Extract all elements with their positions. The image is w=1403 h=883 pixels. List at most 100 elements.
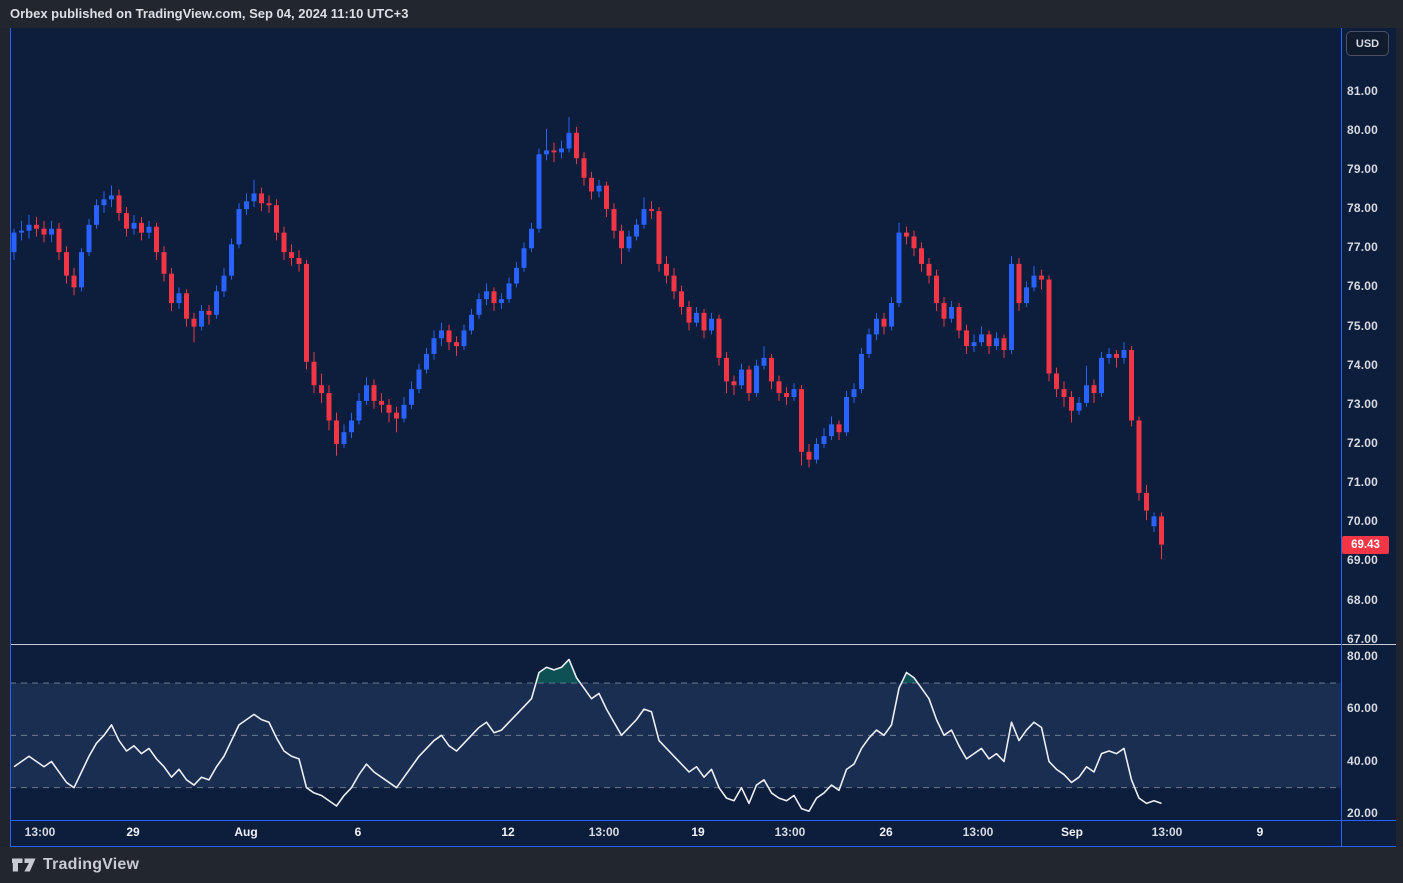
candle-down — [769, 357, 774, 382]
candle-down — [941, 303, 947, 319]
time-label: 19 — [691, 825, 705, 839]
candle-up — [514, 267, 519, 284]
candle-down — [124, 213, 129, 229]
candle-up — [131, 222, 137, 229]
price-tick-label: 71.00 — [1347, 475, 1379, 490]
candle-down — [1061, 389, 1067, 397]
candle-up — [626, 236, 632, 249]
candle-up — [364, 385, 369, 401]
candle-down — [619, 230, 624, 249]
time-label: 13:00 — [962, 825, 994, 839]
price-tick-label: 74.00 — [1347, 357, 1379, 372]
candle-down — [746, 369, 752, 394]
candle-up — [236, 209, 242, 245]
candle-up — [79, 252, 84, 288]
candle-down — [679, 291, 684, 307]
candle-up — [1076, 402, 1082, 411]
price-tick-label: 72.00 — [1347, 435, 1379, 450]
candle-up — [401, 404, 407, 419]
candle-up — [424, 353, 429, 370]
candle-down — [724, 357, 729, 382]
candle-down — [1091, 385, 1097, 394]
candle-down — [274, 205, 279, 233]
candle-down — [926, 263, 932, 276]
price-tick-label: 76.00 — [1347, 279, 1379, 294]
rsi-tick-label: 60.00 — [1347, 701, 1379, 716]
candle-up — [221, 275, 227, 292]
candle-down — [1114, 353, 1119, 358]
candle-down — [191, 318, 197, 327]
last-price-badge: 69.43 — [1342, 536, 1389, 554]
candle-down — [574, 132, 579, 159]
candle-up — [1106, 353, 1112, 358]
candle-down — [154, 226, 159, 253]
candle-down — [1136, 420, 1142, 493]
time-label: 13:00 — [774, 825, 806, 839]
rsi-tick-label: 40.00 — [1347, 753, 1379, 768]
candle-up — [356, 400, 362, 421]
candle-down — [911, 236, 917, 249]
candle-up — [844, 396, 849, 433]
candle-down — [326, 393, 332, 421]
candle-up — [94, 205, 99, 225]
price-tick-label: 69.00 — [1347, 553, 1379, 568]
candle-up — [176, 293, 182, 304]
candle-up — [949, 306, 954, 319]
tradingview-logo-icon[interactable] — [12, 856, 36, 874]
candle-down — [799, 389, 804, 452]
candle-down — [1054, 373, 1059, 390]
candle-down — [1129, 350, 1134, 421]
candle-up — [461, 330, 467, 347]
candle-down — [806, 451, 812, 460]
candle-down — [671, 275, 677, 292]
candle-down — [589, 177, 594, 192]
time-label: 13:00 — [588, 825, 620, 839]
candle-down — [169, 273, 174, 304]
candle-down — [71, 275, 77, 288]
candle-down — [289, 252, 294, 259]
candle-up — [244, 201, 249, 210]
candle-down — [446, 330, 452, 343]
time-label: Aug — [234, 825, 258, 839]
candle-down — [334, 420, 339, 444]
candle-down — [206, 310, 212, 315]
rsi-tick-label: 80.00 — [1347, 648, 1379, 663]
candle-up — [101, 199, 107, 206]
candle-up — [889, 303, 894, 327]
candle-up — [566, 132, 572, 149]
candle-down — [881, 318, 887, 327]
price-tick-label: 70.00 — [1347, 514, 1379, 529]
candle-down — [116, 195, 122, 214]
candle-up — [994, 338, 999, 347]
candle-down — [716, 318, 722, 358]
tradingview-brand-text[interactable]: TradingView — [43, 856, 139, 874]
candle-up — [739, 369, 744, 386]
candle-down — [604, 185, 609, 210]
candle-up — [559, 148, 564, 153]
candle-down — [1159, 516, 1164, 545]
candle-up — [251, 193, 257, 202]
candle-down — [379, 400, 384, 405]
candle-down — [1144, 492, 1149, 511]
candle-down — [34, 224, 39, 229]
candle-down — [184, 293, 189, 319]
candle-up — [499, 299, 504, 304]
candle-up — [971, 342, 977, 347]
candle-down — [904, 232, 909, 237]
candle-up — [19, 230, 24, 233]
time-label: 26 — [879, 825, 893, 839]
candle-down — [311, 361, 317, 386]
candle-down — [1069, 396, 1074, 411]
candle-down — [1039, 275, 1044, 280]
candle-up — [484, 291, 489, 300]
candle-up — [229, 244, 234, 276]
candle-up — [814, 443, 819, 460]
candle-up — [439, 330, 444, 339]
candle-down — [266, 203, 272, 206]
candle-up — [214, 291, 219, 315]
price-tick-label: 78.00 — [1347, 201, 1379, 216]
candle-up — [506, 283, 512, 300]
candle-down — [964, 330, 969, 347]
currency-badge: USD — [1346, 31, 1389, 56]
time-label: 13:00 — [1151, 825, 1183, 839]
